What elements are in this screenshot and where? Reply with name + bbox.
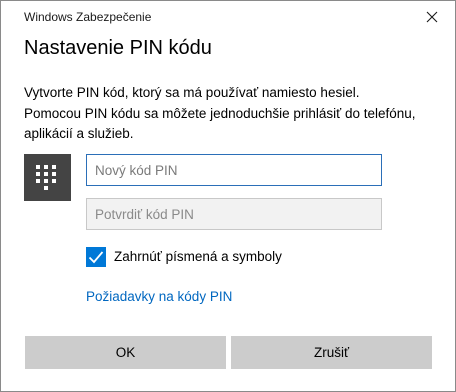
title-bar: Windows Zabezpečenie	[1, 1, 455, 33]
keypad-tile	[24, 154, 71, 201]
dialog-window: Windows Zabezpečenie Nastavenie PIN kódu…	[0, 0, 456, 392]
include-letters-label[interactable]: Zahrnúť písmená a symboly	[114, 249, 282, 264]
close-icon	[426, 11, 438, 23]
ok-button[interactable]: OK	[25, 336, 226, 369]
cancel-button[interactable]: Zrušiť	[231, 336, 432, 369]
include-letters-checkbox[interactable]	[86, 247, 106, 267]
description-line: Vytvorte PIN kód, ktorý sa má používať n…	[24, 85, 360, 100]
pin-requirements-link[interactable]: Požiadavky na kódy PIN	[86, 289, 232, 304]
keypad-icon	[36, 165, 56, 190]
confirm-pin-input[interactable]	[86, 198, 382, 230]
checkmark-icon	[88, 251, 104, 264]
description-line: Pomocou PIN kódu sa môžete jednoduchšie …	[24, 105, 416, 121]
description-text: Vytvorte PIN kód, ktorý sa má používať n…	[24, 83, 444, 145]
description-line: aplikácií a služieb.	[24, 126, 134, 141]
close-button[interactable]	[409, 1, 455, 33]
dialog-heading: Nastavenie PIN kódu	[24, 37, 212, 59]
window-title: Windows Zabezpečenie	[24, 10, 152, 24]
new-pin-input[interactable]	[86, 154, 382, 186]
